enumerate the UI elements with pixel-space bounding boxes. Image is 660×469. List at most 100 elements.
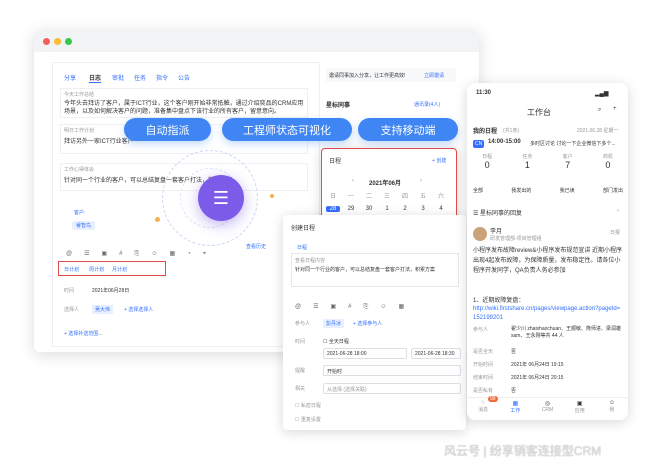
tab-crm[interactable]: ◎ CRM [531,400,563,414]
tab-instruction[interactable]: 指令 [156,73,168,82]
cal-prev-icon[interactable]: ‹ [352,178,354,184]
image-icon[interactable]: ▣ [101,250,107,257]
tab-log[interactable]: 日志 [89,73,101,82]
post-badge: 日报 [610,230,621,236]
allday-checkbox[interactable]: ☐ 全天日程 [323,338,349,345]
invite-link[interactable]: 立即邀请 [424,72,444,79]
tab-me[interactable]: ☺ 我 [596,400,628,414]
attach-icon[interactable]: ⎘ [364,304,369,311]
star-reply[interactable]: ☰ 星标同事的回复 [473,208,522,217]
cal-month: 2021年06月 [369,181,402,187]
participant-tag[interactable]: 彭丹冰 [323,319,345,328]
start-time-field[interactable]: 2021-06-28 18:00 [323,348,407,359]
cal-day[interactable]: 30 [362,206,376,212]
signal-icon: ▂▄▆ [595,91,609,97]
emoji-icon[interactable]: ☺ [151,251,157,257]
tab-work[interactable]: ▦ 工作 [499,400,531,414]
image-icon[interactable]: ▣ [330,303,336,310]
tab-approval[interactable]: 审批 [112,73,124,82]
end-time-field[interactable]: 2021-06-28 18:30 [411,348,461,359]
hash-icon[interactable]: # [119,251,122,257]
relate-select[interactable]: 从选择 (选择关联) [323,383,461,394]
search-icon[interactable]: ⌕ [598,107,601,114]
customer-tag[interactable]: 睿智鸟 [72,221,96,230]
allday-label: 全天日程 [328,339,349,345]
row-label: 开始时间 [473,362,494,368]
phone-screen: 11:30 ▂▄▆ 工作台 ⌕ + 我的日程 (共1条) 2021.06.28 … [467,83,628,420]
poster-name: 李月 [490,229,503,235]
cal-day[interactable]: 29 [344,206,358,212]
at-icon[interactable]: @ [66,251,72,257]
cal-day[interactable]: 4 [434,206,448,212]
add-participant-link[interactable]: + 选择参与人 [353,320,382,327]
event-text[interactable]: 多时区讨论 讨论一下企业微信下多个... [530,140,625,147]
remind-select[interactable]: 开始时 [323,365,461,376]
stat-label: 客户 [562,154,573,160]
list-icon[interactable]: ☰ [313,303,318,310]
cal-day[interactable]: 3 [416,206,430,212]
maximize-dot[interactable] [65,38,72,45]
view-history-link[interactable]: 查看历史 [246,243,266,250]
minimize-dot[interactable] [54,38,61,45]
remind-value: 开始时 [327,369,343,375]
plus-icon[interactable]: + [613,106,617,112]
star-count[interactable]: 通讯录(4人) [414,101,440,108]
tab-month-plan[interactable]: 月计划 [112,266,127,273]
tab-task[interactable]: 任务 [134,73,146,82]
feature-pill-auto-assign: 自动指派 [124,118,211,141]
tab-message[interactable]: ◌ 消息 [467,400,499,414]
weekday: 三 [383,194,390,200]
cal-day-selected[interactable]: 28 [326,206,340,212]
tab-label: 工作 [510,408,521,414]
cal-day[interactable]: 1 [380,206,394,212]
tab-week-plan[interactable]: 周计划 [89,266,104,273]
at-icon[interactable]: @ [295,304,301,310]
stat-task[interactable]: 任务 1 [507,153,547,170]
chart-icon[interactable]: ◔ [187,251,191,257]
filter-dept[interactable]: 部门发出 [603,187,623,194]
event-time: 14:00-15:00 [488,139,521,145]
weekday: 二 [365,194,372,200]
cal-new-button[interactable]: + 创建 [432,157,446,164]
wiki-link[interactable]: http://wiki.firstshare.cn/pages/viewpage… [473,305,623,323]
table-icon[interactable]: ▦ [169,250,175,257]
send-person-tag[interactable]: 吴大伟 [92,305,114,314]
work-icon: ▦ [512,401,519,407]
schedule-content-box[interactable]: 查看日程内容 针对同一个行业的客户，可以总结复盘一套客户打法，积累方案 [291,253,459,287]
end-time-value: 2021-06-28 18:30 [415,351,455,357]
tab-label: 消息 [478,407,489,413]
tab-notice[interactable]: 公告 [178,73,190,82]
location-icon[interactable]: ⌖ [203,251,206,258]
stat-schedule[interactable]: 日程 0 [467,153,507,170]
hash-icon[interactable]: # [348,304,351,310]
close-dot[interactable] [43,38,50,45]
stat-opportunity[interactable]: 商机 0 [588,153,628,170]
tab-day-plan[interactable]: 日计划 [64,266,79,273]
filter-sent[interactable]: 我发出的 [511,187,531,194]
invite-text: 邀请同事加入分享，让工作更高效! [329,73,406,79]
add-person-link[interactable]: + 选择选择人 [124,306,153,313]
schedule-badge: CN [473,140,485,148]
add-more-link[interactable]: + 选择补送范围... [64,330,102,337]
stats-row: 日程 0 任务 1 客户 7 商机 0 [467,153,628,170]
cal-day[interactable]: 2 [398,206,412,212]
cal-next-icon[interactable]: › [420,178,422,184]
time-value[interactable]: 2021年06月28日 [92,287,129,294]
private-checkbox[interactable]: ☐ 私密日程 [295,402,321,409]
dialog-title: 创建日程 [291,226,316,232]
filter-all[interactable]: 全部 [473,187,483,194]
tab-share[interactable]: 分享 [64,73,76,82]
tab-apps[interactable]: ▣ 应用 [564,400,596,414]
row-label: 结束时间 [473,375,494,381]
filter-read[interactable]: 我已读 [560,187,575,194]
attach-icon[interactable]: ⎘ [135,251,140,258]
table-icon[interactable]: ▦ [398,303,404,310]
summary-box[interactable]: 今天工作总结 今年头去拜访了客户，属于ICT行业，这个客户刚开始非常抵触，通过介… [60,88,308,118]
repeat-checkbox[interactable]: ☐ 重复设置 [295,416,321,423]
chevron-right-icon[interactable]: › [617,208,619,214]
stat-customer[interactable]: 客户 7 [548,153,588,170]
avatar[interactable] [473,227,487,241]
dialog-tab-schedule[interactable]: 日程 [297,244,307,251]
list-icon[interactable]: ☰ [84,250,89,257]
emoji-icon[interactable]: ☺ [380,304,386,310]
